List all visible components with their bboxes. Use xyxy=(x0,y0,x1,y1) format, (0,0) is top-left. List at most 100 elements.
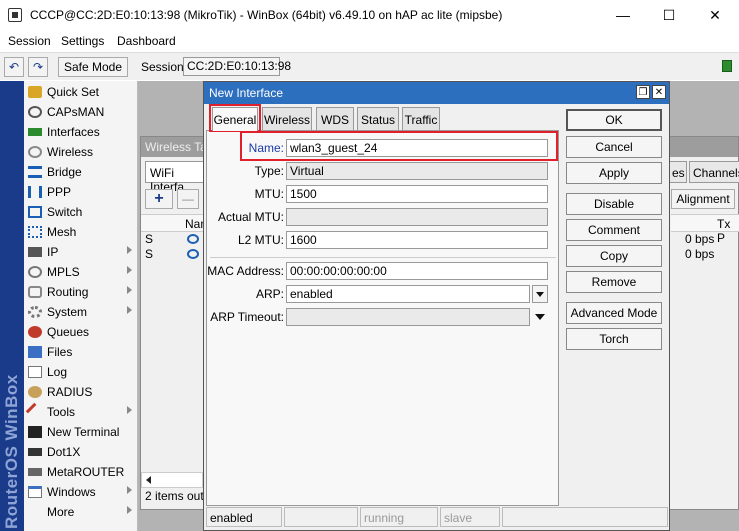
cancel-button[interactable]: Cancel xyxy=(566,136,662,158)
arp-label: ARP: xyxy=(255,287,284,301)
sidebar-item-ip[interactable]: IP xyxy=(24,242,138,262)
mtu-label: MTU: xyxy=(254,187,284,201)
tab-traffic[interactable]: Traffic xyxy=(402,107,440,131)
sidebar-item-capsman[interactable]: CAPsMAN xyxy=(24,102,138,122)
system-icon xyxy=(28,306,42,318)
banner-text: RouterOS WinBox xyxy=(2,374,21,529)
redo-icon[interactable]: ↷ xyxy=(28,57,48,77)
sidebar-item-radius[interactable]: RADIUS xyxy=(24,382,138,402)
menu-settings[interactable]: Settings xyxy=(61,34,104,48)
alignment-button[interactable]: Alignment xyxy=(671,189,735,209)
torch-button[interactable]: Torch xyxy=(566,328,662,350)
arp-timeout-expand-icon[interactable] xyxy=(535,314,545,320)
window-title: CCCP@CC:2D:E0:10:13:98 (MikroTik) - WinB… xyxy=(30,8,503,22)
arp-timeout-field[interactable] xyxy=(286,308,530,326)
ip-icon xyxy=(28,247,42,257)
close-dialog-icon[interactable]: ✕ xyxy=(652,85,666,99)
l2mtu-field[interactable]: 1600 xyxy=(286,231,548,249)
sidebar-item-bridge[interactable]: Bridge xyxy=(24,162,138,182)
connection-indicator xyxy=(722,60,732,72)
advanced-mode-button[interactable]: Advanced Mode xyxy=(566,302,662,324)
windows-icon xyxy=(28,486,42,498)
status-segment-empty xyxy=(502,507,668,527)
remove-button[interactable]: Remove xyxy=(566,271,662,293)
table-row-flag[interactable]: S xyxy=(145,232,153,246)
sidebar-item-mesh[interactable]: Mesh xyxy=(24,222,138,242)
sidebar-item-files[interactable]: Files xyxy=(24,342,138,362)
tab-channels[interactable]: Channels xyxy=(689,161,739,183)
sidebar-item-mpls[interactable]: MPLS xyxy=(24,262,138,282)
remove-icon[interactable]: — xyxy=(177,189,199,209)
apply-button[interactable]: Apply xyxy=(566,162,662,184)
l2mtu-label: L2 MTU: xyxy=(237,233,284,247)
submenu-arrow-icon xyxy=(127,286,132,294)
submenu-arrow-icon xyxy=(127,486,132,494)
menu-session[interactable]: Session xyxy=(8,34,51,48)
copy-button[interactable]: Copy xyxy=(566,245,662,267)
table-row-flag[interactable]: S xyxy=(145,247,153,261)
mpls-icon xyxy=(28,266,42,278)
arp-select[interactable]: enabled xyxy=(286,285,530,303)
minimize-button[interactable]: — xyxy=(600,0,646,30)
sidebar-item-new-terminal[interactable]: New Terminal xyxy=(24,422,138,442)
sidebar-item-queues[interactable]: Queues xyxy=(24,322,138,342)
type-label: Type: xyxy=(254,164,284,178)
maximize-button[interactable]: ☐ xyxy=(646,0,692,30)
close-window-button[interactable]: ✕ xyxy=(692,0,738,30)
submenu-arrow-icon xyxy=(127,506,132,514)
sidebar-item-more[interactable]: More xyxy=(24,502,138,522)
mtu-field[interactable]: 1500 xyxy=(286,185,548,203)
sidebar-item-windows[interactable]: Windows xyxy=(24,482,138,502)
sidebar-item-label: Mesh xyxy=(47,225,77,239)
section-divider xyxy=(210,257,556,258)
restore-icon[interactable]: ❐ xyxy=(636,85,650,99)
session-label: Session: xyxy=(141,60,188,74)
toolbar: ↶ ↷ Safe Mode Session: CC:2D:E0:10:13:98 xyxy=(0,52,739,80)
ok-button[interactable]: OK xyxy=(566,109,662,131)
safe-mode-button[interactable]: Safe Mode xyxy=(58,57,128,77)
menu-dashboard[interactable]: Dashboard xyxy=(117,34,176,48)
tab-status[interactable]: Status xyxy=(357,107,399,131)
sidebar-item-wireless[interactable]: Wireless xyxy=(24,142,138,162)
sidebar-item-log[interactable]: Log xyxy=(24,362,138,382)
sidebar-item-ppp[interactable]: PPP xyxy=(24,182,138,202)
comment-button[interactable]: Comment xyxy=(566,219,662,241)
disable-button[interactable]: Disable xyxy=(566,193,662,215)
sidebar-item-label: New Terminal xyxy=(47,425,120,439)
tab-wds[interactable]: WDS xyxy=(316,107,354,131)
dot1x-icon xyxy=(28,448,42,456)
sidebar-item-label: Switch xyxy=(47,205,83,219)
row-bps: 0 bps xyxy=(685,247,715,261)
sidebar-item-label: Tools xyxy=(47,405,76,419)
sidebar-item-metarouter[interactable]: MetaROUTER xyxy=(24,462,138,482)
undo-icon[interactable]: ↶ xyxy=(4,57,24,77)
sidebar-item-tools[interactable]: Tools xyxy=(24,402,138,422)
wireless-icon xyxy=(28,146,42,158)
sidebar-item-interfaces[interactable]: Interfaces xyxy=(24,122,138,142)
add-icon[interactable]: + xyxy=(145,189,173,209)
sidebar-item-quick-set[interactable]: Quick Set xyxy=(24,82,138,102)
scroll-left-icon[interactable] xyxy=(146,476,151,484)
sidebar-item-routing[interactable]: Routing xyxy=(24,282,138,302)
sidebar-item-system[interactable]: System xyxy=(24,302,138,322)
col-txp-header[interactable]: Tx P xyxy=(671,214,739,245)
arp-dropdown-icon[interactable] xyxy=(532,285,548,303)
sidebar-item-switch[interactable]: Switch xyxy=(24,202,138,222)
tab-general[interactable]: General xyxy=(212,107,258,131)
highlight-name-field xyxy=(240,131,558,161)
side-banner: RouterOS WinBox xyxy=(0,81,24,531)
sidebar-item-dot1x[interactable]: Dot1X xyxy=(24,442,138,462)
sidebar-item-label: Windows xyxy=(47,485,96,499)
tools-icon xyxy=(25,402,45,422)
metarouter-icon xyxy=(28,468,42,476)
mac-address-field[interactable]: 00:00:00:00:00:00 xyxy=(286,262,548,280)
quickset-icon xyxy=(28,86,42,98)
tab-wireless[interactable]: Wireless xyxy=(262,107,312,131)
horizontal-scrollbar[interactable] xyxy=(141,472,203,488)
session-field: CC:2D:E0:10:13:98 xyxy=(183,57,291,76)
wireless-row-icon xyxy=(187,234,199,244)
tab-interfaces-partial[interactable]: es xyxy=(669,161,687,183)
row-bps: 0 bps xyxy=(685,232,715,246)
sidebar-item-label: PPP xyxy=(47,185,72,199)
tab-wifi-interfaces[interactable]: WiFi Interfa xyxy=(145,161,207,194)
